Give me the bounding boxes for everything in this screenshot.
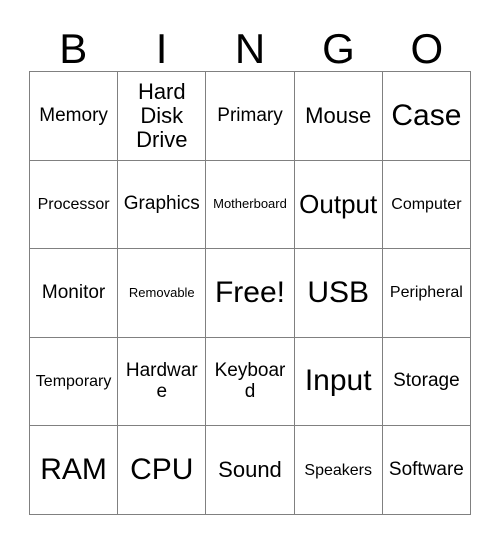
bingo-cell-b-3[interactable]: Monitor (30, 249, 119, 338)
bingo-cell-i-5[interactable]: CPU (118, 426, 207, 515)
bingo-cell-label: Temporary (35, 372, 112, 390)
bingo-cell-g-4[interactable]: Input (294, 337, 383, 427)
bingo-cell-label: Case (391, 98, 462, 132)
bingo-cell-label: Software (388, 458, 464, 480)
bingo-cell-o-1[interactable]: Case (382, 72, 471, 161)
bingo-cell-label: Mouse (305, 102, 372, 128)
bingo-cell-g-5[interactable]: Speakers (294, 426, 383, 515)
bingo-cell-i-1[interactable]: Hard Disk Drive (118, 72, 207, 161)
bingo-cell-label: Memory (39, 104, 108, 126)
bingo-cell-label: Storage (393, 370, 460, 392)
bingo-cell-label: Graphics (123, 193, 200, 215)
bingo-cell-n-1[interactable]: Primary (206, 72, 295, 161)
bingo-cell-g-3[interactable]: USB (294, 249, 383, 338)
bingo-header-letter-i: I (155, 25, 168, 72)
bingo-cell-n-2[interactable]: Motherboard (206, 160, 295, 250)
bingo-cell-o-5[interactable]: Software (382, 426, 471, 515)
bingo-cell-n-5[interactable]: Sound (206, 426, 295, 515)
bingo-cell-o-2[interactable]: Computer (382, 160, 471, 250)
bingo-header-letter-o: O (410, 25, 444, 72)
bingo-cell-label: Processor (37, 195, 110, 213)
bingo-cell-g-1[interactable]: Mouse (294, 72, 383, 161)
bingo-cell-o-3[interactable]: Peripheral (382, 249, 471, 338)
bingo-cell-i-2[interactable]: Graphics (118, 160, 207, 250)
bingo-cell-label: Free! (214, 275, 285, 309)
bingo-header-letter-n: N (234, 25, 266, 72)
bingo-cell-label: Hard Disk Drive (136, 79, 188, 152)
bingo-cell-o-4[interactable]: Storage (382, 337, 471, 427)
bingo-header-letter-g: G (322, 25, 355, 72)
bingo-cell-label: CPU (130, 452, 194, 486)
bingo-cell-i-4[interactable]: Hardware (118, 337, 207, 427)
bingo-cell-label: Motherboard (213, 196, 287, 212)
bingo-cell-label: USB (307, 275, 370, 309)
bingo-header-letter-b: B (59, 25, 88, 72)
bingo-cell-label: Removable (128, 284, 195, 300)
bingo-cell-b-1[interactable]: Memory (30, 72, 119, 161)
bingo-cell-g-2[interactable]: Output (294, 160, 383, 250)
bingo-cell-label: Monitor (41, 281, 106, 303)
bingo-cell-free-space[interactable]: Free! (206, 249, 295, 338)
bingo-cell-label: RAM (40, 452, 107, 486)
bingo-cell-n-4[interactable]: Keyboard (206, 337, 295, 427)
bingo-cell-label: Input (304, 364, 372, 398)
bingo-cell-b-5[interactable]: RAM (30, 426, 119, 515)
bingo-grid: Memory Hard Disk Drive Primary Mouse Case Pro… (29, 71, 471, 515)
bingo-cell-b-2[interactable]: Processor (30, 160, 119, 250)
bingo-cell-label: Peripheral (389, 284, 463, 302)
bingo-cell-label: Primary (217, 104, 283, 126)
bingo-cell-label: Keyboard (214, 360, 286, 402)
bingo-cell-label: Sound (218, 457, 282, 483)
bingo-cell-i-3[interactable]: Removable (118, 249, 207, 338)
bingo-card: B I N G O Memory Hard Disk Drive Primary Mo… (0, 0, 500, 544)
bingo-cell-label: Output (299, 189, 378, 220)
bingo-header-row: B I N G O (29, 18, 471, 71)
bingo-cell-label: Speakers (304, 461, 372, 479)
bingo-cell-b-4[interactable]: Temporary (30, 337, 119, 427)
bingo-cell-label: Hardware (125, 360, 198, 402)
bingo-cell-label: Computer (391, 195, 462, 213)
